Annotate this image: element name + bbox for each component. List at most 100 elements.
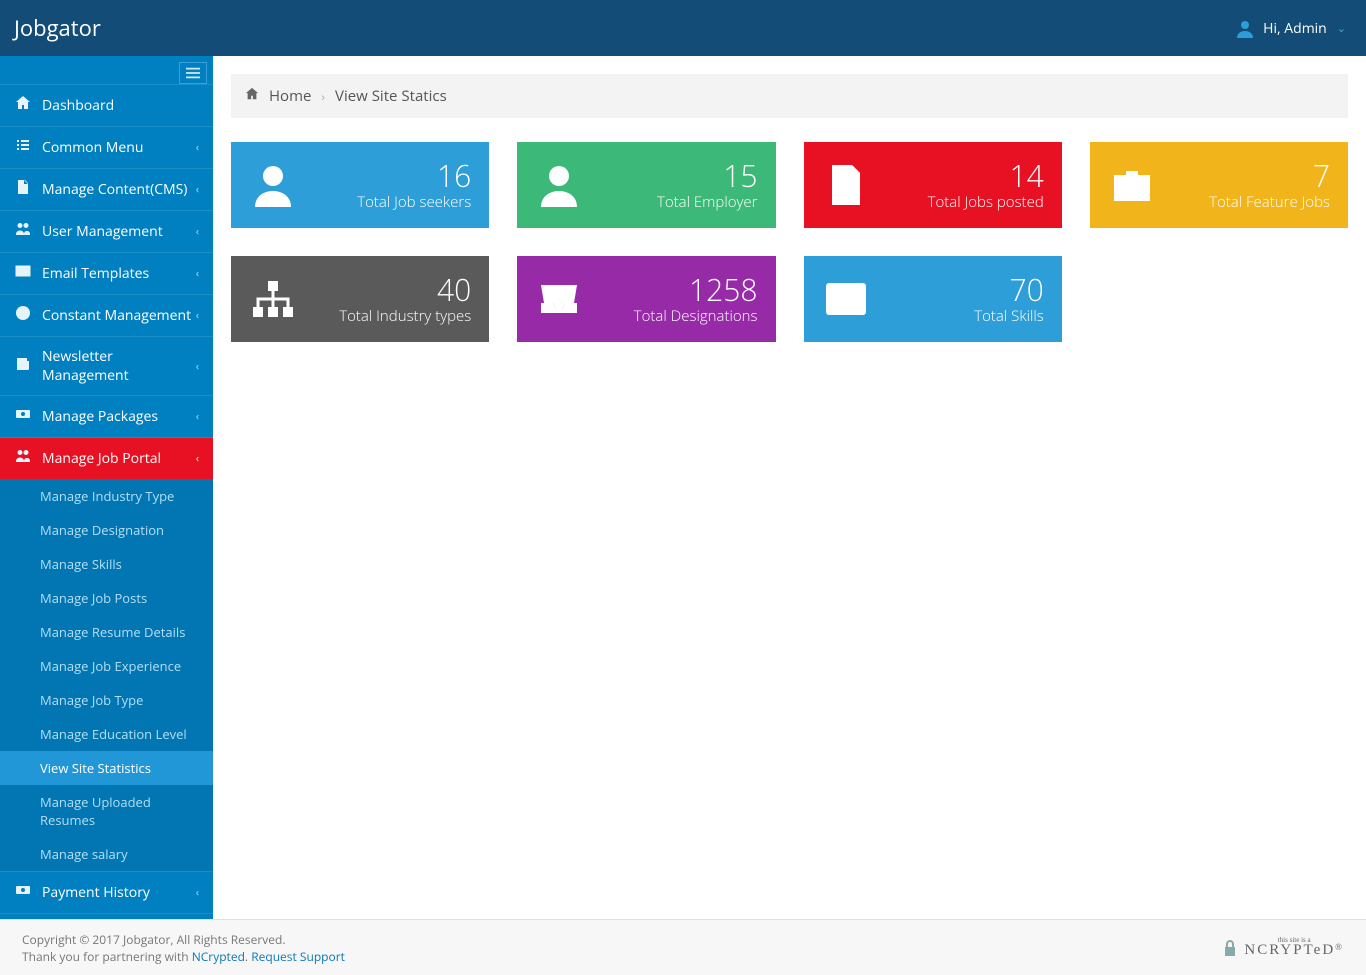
sidebar-link[interactable]: Common Menu‹ bbox=[0, 127, 213, 168]
stat-card-total-skills[interactable]: 70Total Skills bbox=[804, 256, 1062, 342]
stat-card-total-feature-jobs[interactable]: 7Total Feature Jobs bbox=[1090, 142, 1348, 228]
stat-card-total-designations[interactable]: 1258Total Designations bbox=[517, 256, 775, 342]
lock-icon bbox=[1220, 938, 1240, 958]
sidebar-subitem-manage-education-level: Manage Education Level bbox=[0, 717, 213, 751]
globe-icon bbox=[14, 305, 32, 326]
sidebar: DashboardCommon Menu‹Manage Content(CMS)… bbox=[0, 56, 213, 919]
footer-support-link[interactable]: Request Support bbox=[251, 948, 345, 965]
user-greeting-text: Hi, Admin bbox=[1263, 19, 1327, 38]
file-icon bbox=[14, 179, 32, 200]
chevron-left-icon: ‹ bbox=[196, 182, 199, 197]
sidebar-item-payment-history: Payment History‹ bbox=[0, 871, 213, 913]
sidebar-subitem-manage-job-posts: Manage Job Posts bbox=[0, 581, 213, 615]
sidebar-subitem-manage-job-type: Manage Job Type bbox=[0, 683, 213, 717]
breadcrumb-home-link[interactable]: Home bbox=[269, 86, 311, 106]
sidebar-sublink[interactable]: Manage Resume Details bbox=[0, 615, 213, 649]
breadcrumb: Home › View Site Statics bbox=[231, 74, 1348, 118]
sidebar-sublink[interactable]: Manage Uploaded Resumes bbox=[0, 785, 213, 837]
sidebar-sublink[interactable]: Manage Job Experience bbox=[0, 649, 213, 683]
sidebar-link[interactable]: Dashboard bbox=[0, 85, 213, 126]
chevron-left-icon: ‹ bbox=[196, 451, 199, 466]
stat-card-total-employer[interactable]: 15Total Employer bbox=[517, 142, 775, 228]
sidebar-sublink[interactable]: Manage Industry Type bbox=[0, 479, 213, 513]
sidebar-subitem-manage-salary: Manage salary bbox=[0, 837, 213, 871]
sidebar-subitem-manage-industry-type: Manage Industry Type bbox=[0, 479, 213, 513]
sidebar-sublink[interactable]: Manage salary bbox=[0, 837, 213, 871]
chevron-left-icon: ‹ bbox=[196, 308, 199, 323]
sidebar-item-label: Newsletter Management bbox=[42, 347, 196, 385]
stat-label: Total Designations bbox=[634, 306, 758, 326]
sidebar-sublink[interactable]: Manage Job Type bbox=[0, 683, 213, 717]
footer-brand[interactable]: this site is a NCRYPTeD® bbox=[1220, 936, 1344, 959]
money-icon bbox=[14, 406, 32, 427]
chevron-left-icon: ‹ bbox=[196, 409, 199, 424]
stat-value: 14 bbox=[928, 159, 1044, 192]
sidebar-link[interactable]: Constant Management‹ bbox=[0, 295, 213, 336]
footer-copyright: Copyright © 2017 Jobgator, All Rights Re… bbox=[22, 931, 345, 948]
sidebar-item-manage-content-cms-: Manage Content(CMS)‹ bbox=[0, 168, 213, 210]
stat-value: 7 bbox=[1209, 159, 1330, 192]
sidebar-item-user-management: User Management‹ bbox=[0, 210, 213, 252]
user-menu[interactable]: Hi, Admin ⌄ bbox=[1235, 18, 1346, 38]
sidebar-link[interactable]: Newsletter Management‹ bbox=[0, 337, 213, 395]
sidebar-link[interactable]: User Management‹ bbox=[0, 211, 213, 252]
chevron-left-icon: ‹ bbox=[196, 140, 199, 155]
stat-card-total-jobs-posted[interactable]: 14Total Jobs posted bbox=[804, 142, 1062, 228]
sidebar-link[interactable]: Manage Packages‹ bbox=[0, 396, 213, 437]
brand-title[interactable]: Jobgator bbox=[14, 13, 101, 43]
user-avatar-icon bbox=[1235, 18, 1255, 38]
breadcrumb-separator-icon: › bbox=[321, 88, 325, 105]
envelope-icon bbox=[14, 263, 32, 284]
sidebar-subitem-manage-skills: Manage Skills bbox=[0, 547, 213, 581]
sidebar-sublink[interactable]: Manage Education Level bbox=[0, 717, 213, 751]
sidebar-sublink[interactable]: Manage Job Posts bbox=[0, 581, 213, 615]
news-icon bbox=[14, 356, 32, 377]
stat-label: Total Industry types bbox=[339, 306, 471, 326]
chevron-left-icon: ‹ bbox=[196, 266, 199, 281]
sidebar-item-label: Constant Management bbox=[42, 306, 196, 325]
footer-ncrypted-link[interactable]: NCrypted bbox=[192, 948, 245, 965]
stat-value: 16 bbox=[357, 159, 471, 192]
main-content: Home › View Site Statics 16Total Job see… bbox=[213, 56, 1366, 919]
stat-label: Total Jobs posted bbox=[928, 192, 1044, 212]
stat-label: Total Employer bbox=[657, 192, 758, 212]
stat-value: 70 bbox=[974, 273, 1044, 306]
sidebar-item-constant-management: Constant Management‹ bbox=[0, 294, 213, 336]
stat-card-total-job-seekers[interactable]: 16Total Job seekers bbox=[231, 142, 489, 228]
sidebar-item-email-templates: Email Templates‹ bbox=[0, 252, 213, 294]
footer-brand-text: NCRYPTeD bbox=[1244, 942, 1335, 958]
app-header: Jobgator Hi, Admin ⌄ bbox=[0, 0, 1366, 56]
breadcrumb-current: View Site Statics bbox=[335, 86, 447, 106]
sidebar-item-label: Common Menu bbox=[42, 138, 196, 157]
sidebar-item-label: User Management bbox=[42, 222, 196, 241]
inbox-icon bbox=[531, 271, 587, 327]
sidebar-link[interactable]: Manage Job Portal‹ bbox=[0, 438, 213, 479]
footer: Copyright © 2017 Jobgator, All Rights Re… bbox=[0, 919, 1366, 975]
footer-text: Copyright © 2017 Jobgator, All Rights Re… bbox=[22, 931, 345, 965]
sidebar-item-manage-job-portal: Manage Job Portal‹Manage Industry TypeMa… bbox=[0, 437, 213, 871]
sidebar-sublink[interactable]: View Site Statistics bbox=[0, 751, 213, 785]
sidebar-item-manage-packages: Manage Packages‹ bbox=[0, 395, 213, 437]
briefcase-icon bbox=[1104, 157, 1160, 213]
sidebar-link[interactable]: Payment History‹ bbox=[0, 872, 213, 913]
stat-card-total-industry-types[interactable]: 40Total Industry types bbox=[231, 256, 489, 342]
sidebar-sublink[interactable]: Manage Designation bbox=[0, 513, 213, 547]
home-icon bbox=[14, 95, 32, 116]
sidebar-toggle-button[interactable] bbox=[179, 62, 207, 84]
stat-value: 40 bbox=[339, 273, 471, 306]
sidebar-item-label: Email Templates bbox=[42, 264, 196, 283]
sidebar-subitem-manage-resume-details: Manage Resume Details bbox=[0, 615, 213, 649]
chevron-left-icon: ‹ bbox=[196, 224, 199, 239]
doc-icon bbox=[818, 157, 874, 213]
users-icon bbox=[14, 448, 32, 469]
sidebar-sublink[interactable]: Manage Skills bbox=[0, 547, 213, 581]
sidebar-subitem-manage-job-experience: Manage Job Experience bbox=[0, 649, 213, 683]
sidebar-item-label: Manage Content(CMS) bbox=[42, 180, 196, 199]
users-icon bbox=[14, 221, 32, 242]
sidebar-link[interactable]: Email Templates‹ bbox=[0, 253, 213, 294]
footer-thanks: Thank you for partnering with NCrypted. … bbox=[22, 948, 345, 965]
sidebar-link[interactable]: Manage Content(CMS)‹ bbox=[0, 169, 213, 210]
person-icon bbox=[531, 157, 587, 213]
stat-label: Total Job seekers bbox=[357, 192, 471, 212]
sidebar-item-label: Dashboard bbox=[42, 96, 199, 115]
